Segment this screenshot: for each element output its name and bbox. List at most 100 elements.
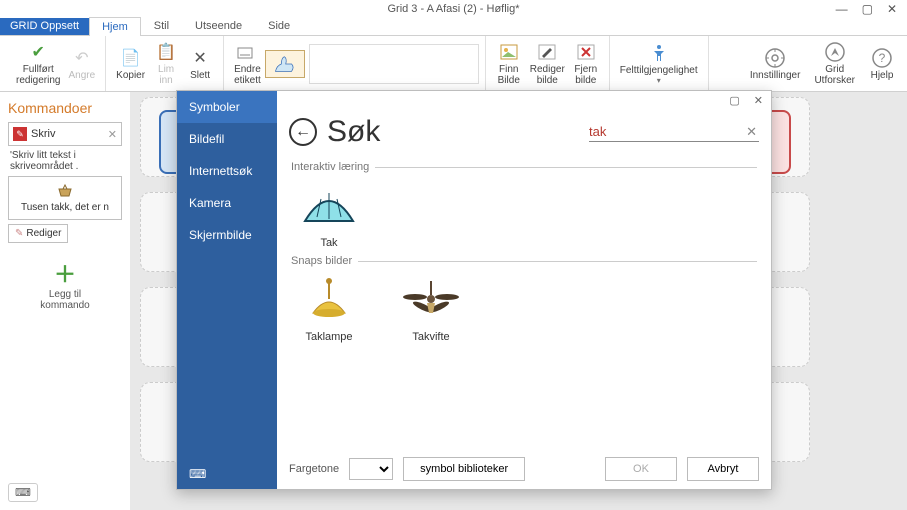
edit-command-button[interactable]: ✎ Rediger — [8, 224, 68, 243]
delete-button[interactable]: ✕ Slett — [183, 45, 217, 83]
copy-icon: 📄 — [120, 47, 142, 69]
result-item[interactable]: Tak — [291, 183, 367, 249]
undo-icon: ↶ — [71, 47, 93, 69]
ribbon: ✔ Fullført redigering ↶ Angre 📄 Kopier 📋… — [0, 36, 907, 92]
help-icon: ? — [871, 47, 893, 69]
dialog-sidebar: Symboler Bildefil Internettsøk Kamera Sk… — [177, 91, 277, 489]
accessibility-button[interactable]: Felttilgjengelighet ▾ — [616, 40, 702, 87]
close-icon[interactable]: ✕ — [887, 2, 897, 16]
chevron-down-icon: ▾ — [657, 76, 661, 85]
divider — [358, 261, 757, 262]
commands-panel: Kommandoer ✎ Skriv ✕ 'Skriv litt tekst i… — [0, 92, 130, 510]
result-label: Taklampe — [291, 331, 367, 343]
pencil-small-icon: ✎ — [15, 228, 23, 239]
undo-button[interactable]: ↶ Angre — [64, 45, 99, 83]
add-command-button[interactable]: ＋ Legg til kommando — [8, 257, 122, 311]
gear-icon — [764, 47, 786, 69]
check-icon: ✔ — [27, 41, 49, 63]
result-item[interactable]: Takvifte — [393, 277, 469, 343]
compass-icon — [824, 41, 846, 63]
result-label: Takvifte — [393, 331, 469, 343]
dialog-tab-websearch[interactable]: Internettsøk — [177, 155, 277, 187]
result-label: Tak — [291, 237, 367, 249]
result-thumb-lamp — [297, 277, 361, 325]
delete-icon: ✕ — [189, 47, 211, 69]
pencil-icon — [536, 41, 558, 63]
category-label: Interaktiv læring — [291, 161, 369, 173]
svg-text:?: ? — [879, 51, 886, 65]
sample-text: Tusen takk, det er n — [21, 202, 109, 213]
find-image-button[interactable]: Finn Bilde — [492, 39, 526, 88]
hue-label: Fargetone — [289, 463, 339, 475]
window-title: Grid 3 - A Afasi (2) - Høflig* — [0, 3, 907, 15]
add-command-label: Legg til kommando — [8, 289, 122, 311]
paste-icon: 📋 — [155, 41, 177, 63]
maximize-icon[interactable]: ▢ — [862, 2, 873, 16]
tab-page[interactable]: Side — [255, 16, 303, 35]
dialog-close-icon[interactable]: ✕ — [754, 94, 763, 107]
image-search-dialog: Symboler Bildefil Internettsøk Kamera Sk… — [176, 90, 772, 490]
file-tab[interactable]: GRID Oppsett — [0, 17, 89, 35]
commands-heading: Kommandoer — [8, 100, 122, 116]
ok-button[interactable]: OK — [605, 457, 677, 481]
basket-icon — [13, 183, 117, 200]
thumbsup-button[interactable] — [265, 50, 305, 78]
symbol-libraries-button[interactable]: symbol biblioteker — [403, 457, 525, 481]
sample-text-box[interactable]: Tusen takk, det er n — [8, 176, 122, 220]
dialog-footer: Fargetone symbol biblioteker OK Avbryt — [277, 449, 771, 489]
edit-image-button[interactable]: Rediger bilde — [526, 39, 569, 88]
divider — [375, 167, 757, 168]
keyboard-icon: ⌨ — [189, 467, 206, 481]
edit-label: Rediger — [26, 228, 61, 239]
remove-image-icon — [575, 41, 597, 63]
onscreen-keyboard-button[interactable]: ⌨ — [8, 483, 38, 502]
remove-image-button[interactable]: Fjern bilde — [569, 39, 603, 88]
hue-select[interactable] — [349, 458, 393, 480]
settings-button[interactable]: Innstillinger — [746, 45, 805, 83]
edit-label-button[interactable]: Endre etikett — [230, 39, 265, 88]
accessibility-icon — [648, 42, 670, 64]
back-button[interactable]: ← — [289, 118, 317, 146]
arrow-left-icon: ← — [295, 123, 311, 141]
results-area: Interaktiv læring Tak Snaps bilder — [277, 151, 771, 449]
result-item[interactable]: Taklampe — [291, 277, 367, 343]
label-icon — [236, 41, 258, 63]
label-input[interactable] — [309, 44, 479, 84]
find-image-icon — [498, 41, 520, 63]
dialog-tab-imagefile[interactable]: Bildefil — [177, 123, 277, 155]
thumbsup-icon — [274, 53, 296, 75]
minimize-icon[interactable]: — — [836, 2, 848, 16]
title-bar: Grid 3 - A Afasi (2) - Høflig* — ▢ ✕ — [0, 0, 907, 18]
help-button[interactable]: ? Hjelp — [865, 45, 899, 83]
ribbon-tabs: GRID Oppsett Hjem Stil Utseende Side — [0, 18, 907, 36]
plus-icon: ＋ — [8, 257, 122, 289]
dialog-body: ▢ ✕ ← Søk ✕ Interaktiv læring — [277, 91, 771, 489]
dialog-title: Søk — [327, 115, 579, 149]
paste-button[interactable]: 📋 Lim inn — [149, 39, 183, 88]
grid-explorer-button[interactable]: Grid Utforsker — [810, 39, 859, 88]
command-description: 'Skriv litt tekst i skriveområdet . — [8, 150, 122, 172]
result-thumb-fan — [399, 277, 463, 325]
tab-style[interactable]: Stil — [141, 16, 182, 35]
remove-command-icon[interactable]: ✕ — [108, 128, 117, 141]
tab-look[interactable]: Utseende — [182, 16, 255, 35]
dialog-maximize-icon[interactable]: ▢ — [729, 94, 739, 107]
clear-search-icon[interactable]: ✕ — [744, 124, 759, 140]
write-icon: ✎ — [13, 127, 27, 141]
result-thumb-roof — [297, 183, 361, 231]
search-input[interactable] — [589, 122, 744, 141]
dialog-tab-camera[interactable]: Kamera — [177, 187, 277, 219]
window-controls: — ▢ ✕ — [836, 2, 907, 16]
keyboard-icon: ⌨ — [15, 487, 31, 499]
command-write[interactable]: ✎ Skriv ✕ — [8, 122, 122, 146]
tab-home[interactable]: Hjem — [89, 17, 141, 36]
dialog-tab-symbols[interactable]: Symboler — [177, 91, 277, 123]
dialog-keyboard-button[interactable]: ⌨ — [177, 459, 277, 489]
search-input-wrap: ✕ — [589, 122, 759, 142]
category-label: Snaps bilder — [291, 255, 352, 267]
finish-edit-button[interactable]: ✔ Fullført redigering — [12, 39, 64, 88]
cancel-button[interactable]: Avbryt — [687, 457, 759, 481]
dialog-tab-screenshot[interactable]: Skjermbilde — [177, 219, 277, 251]
command-label: Skriv — [31, 128, 55, 140]
copy-button[interactable]: 📄 Kopier — [112, 45, 149, 83]
